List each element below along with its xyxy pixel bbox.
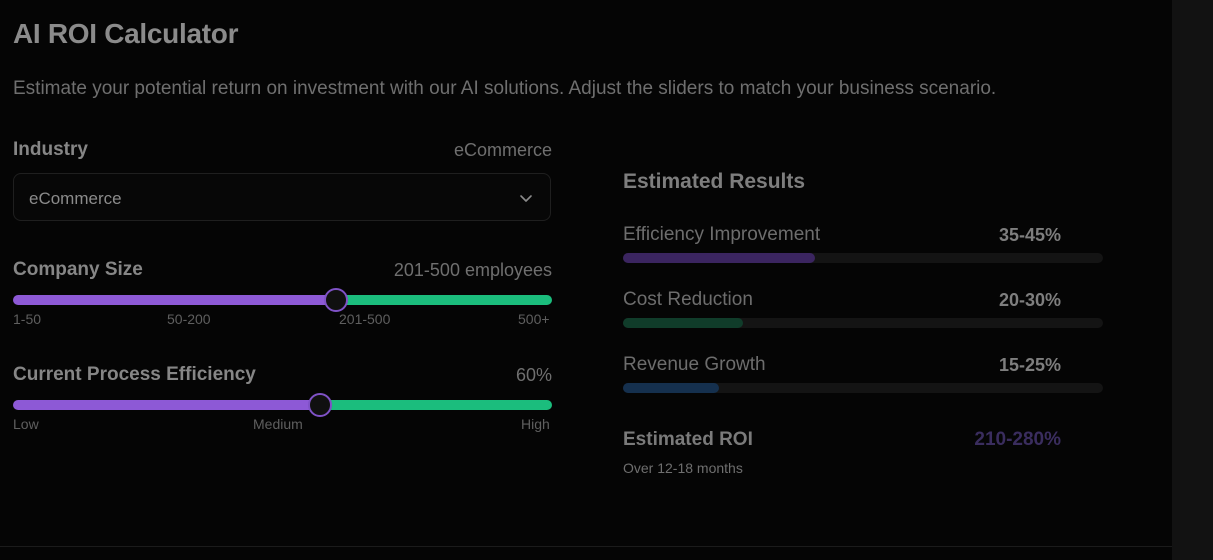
company-size-tick: 50-200 bbox=[167, 311, 211, 327]
revenue-growth-bar-fill bbox=[623, 383, 719, 393]
cost-reduction-value: 20-30% bbox=[998, 290, 1061, 310]
industry-value: eCommerce bbox=[453, 140, 552, 160]
process-efficiency-label: Current Process Efficiency bbox=[13, 364, 256, 385]
cost-reduction-bar bbox=[623, 318, 1103, 328]
estimated-roi-timeframe: Over 12-18 months bbox=[623, 460, 743, 476]
cost-reduction-label: Cost Reduction bbox=[623, 289, 753, 310]
company-size-slider[interactable] bbox=[13, 287, 552, 313]
industry-select[interactable]: eCommerce bbox=[13, 173, 551, 221]
revenue-growth-bar bbox=[623, 383, 1103, 393]
company-size-tick: 500+ bbox=[518, 311, 550, 327]
scrollbar-track[interactable] bbox=[1172, 0, 1213, 560]
slider-track-remaining bbox=[320, 400, 552, 410]
page-title: AI ROI Calculator bbox=[13, 18, 239, 49]
page-subtitle: Estimate your potential return on invest… bbox=[13, 78, 997, 99]
estimated-roi-value: 210-280% bbox=[974, 429, 1061, 450]
process-efficiency-tick: High bbox=[521, 416, 550, 432]
bottom-divider bbox=[0, 546, 1172, 547]
company-size-tick: 1-50 bbox=[13, 311, 42, 327]
company-size-tick: 201-500 bbox=[339, 311, 391, 327]
process-efficiency-value: 60% bbox=[515, 365, 552, 385]
cost-reduction-bar-fill bbox=[623, 318, 743, 328]
slider-track-filled bbox=[13, 400, 320, 410]
company-size-value: 201-500 employees bbox=[393, 260, 552, 280]
company-size-label: Company Size bbox=[13, 259, 143, 280]
efficiency-improvement-label: Efficiency Improvement bbox=[623, 224, 821, 245]
industry-select-value: eCommerce bbox=[29, 189, 122, 208]
efficiency-improvement-bar-fill bbox=[623, 253, 815, 263]
slider-thumb[interactable] bbox=[324, 288, 348, 312]
revenue-growth-value: 15-25% bbox=[998, 355, 1061, 375]
slider-track-filled bbox=[13, 295, 336, 305]
revenue-growth-label: Revenue Growth bbox=[623, 354, 766, 375]
process-efficiency-tick: Low bbox=[13, 416, 39, 432]
estimated-roi-label: Estimated ROI bbox=[623, 429, 753, 450]
process-efficiency-tick: Medium bbox=[253, 416, 303, 432]
industry-label: Industry bbox=[13, 139, 88, 160]
efficiency-improvement-bar bbox=[623, 253, 1103, 263]
slider-thumb[interactable] bbox=[308, 393, 332, 417]
efficiency-improvement-value: 35-45% bbox=[998, 225, 1061, 245]
roi-calculator-panel: AI ROI Calculator Estimate your potentia… bbox=[0, 0, 1172, 560]
slider-track-remaining bbox=[336, 295, 552, 305]
process-efficiency-slider[interactable] bbox=[13, 392, 552, 418]
chevron-down-icon bbox=[520, 195, 532, 202]
results-title: Estimated Results bbox=[623, 170, 806, 193]
